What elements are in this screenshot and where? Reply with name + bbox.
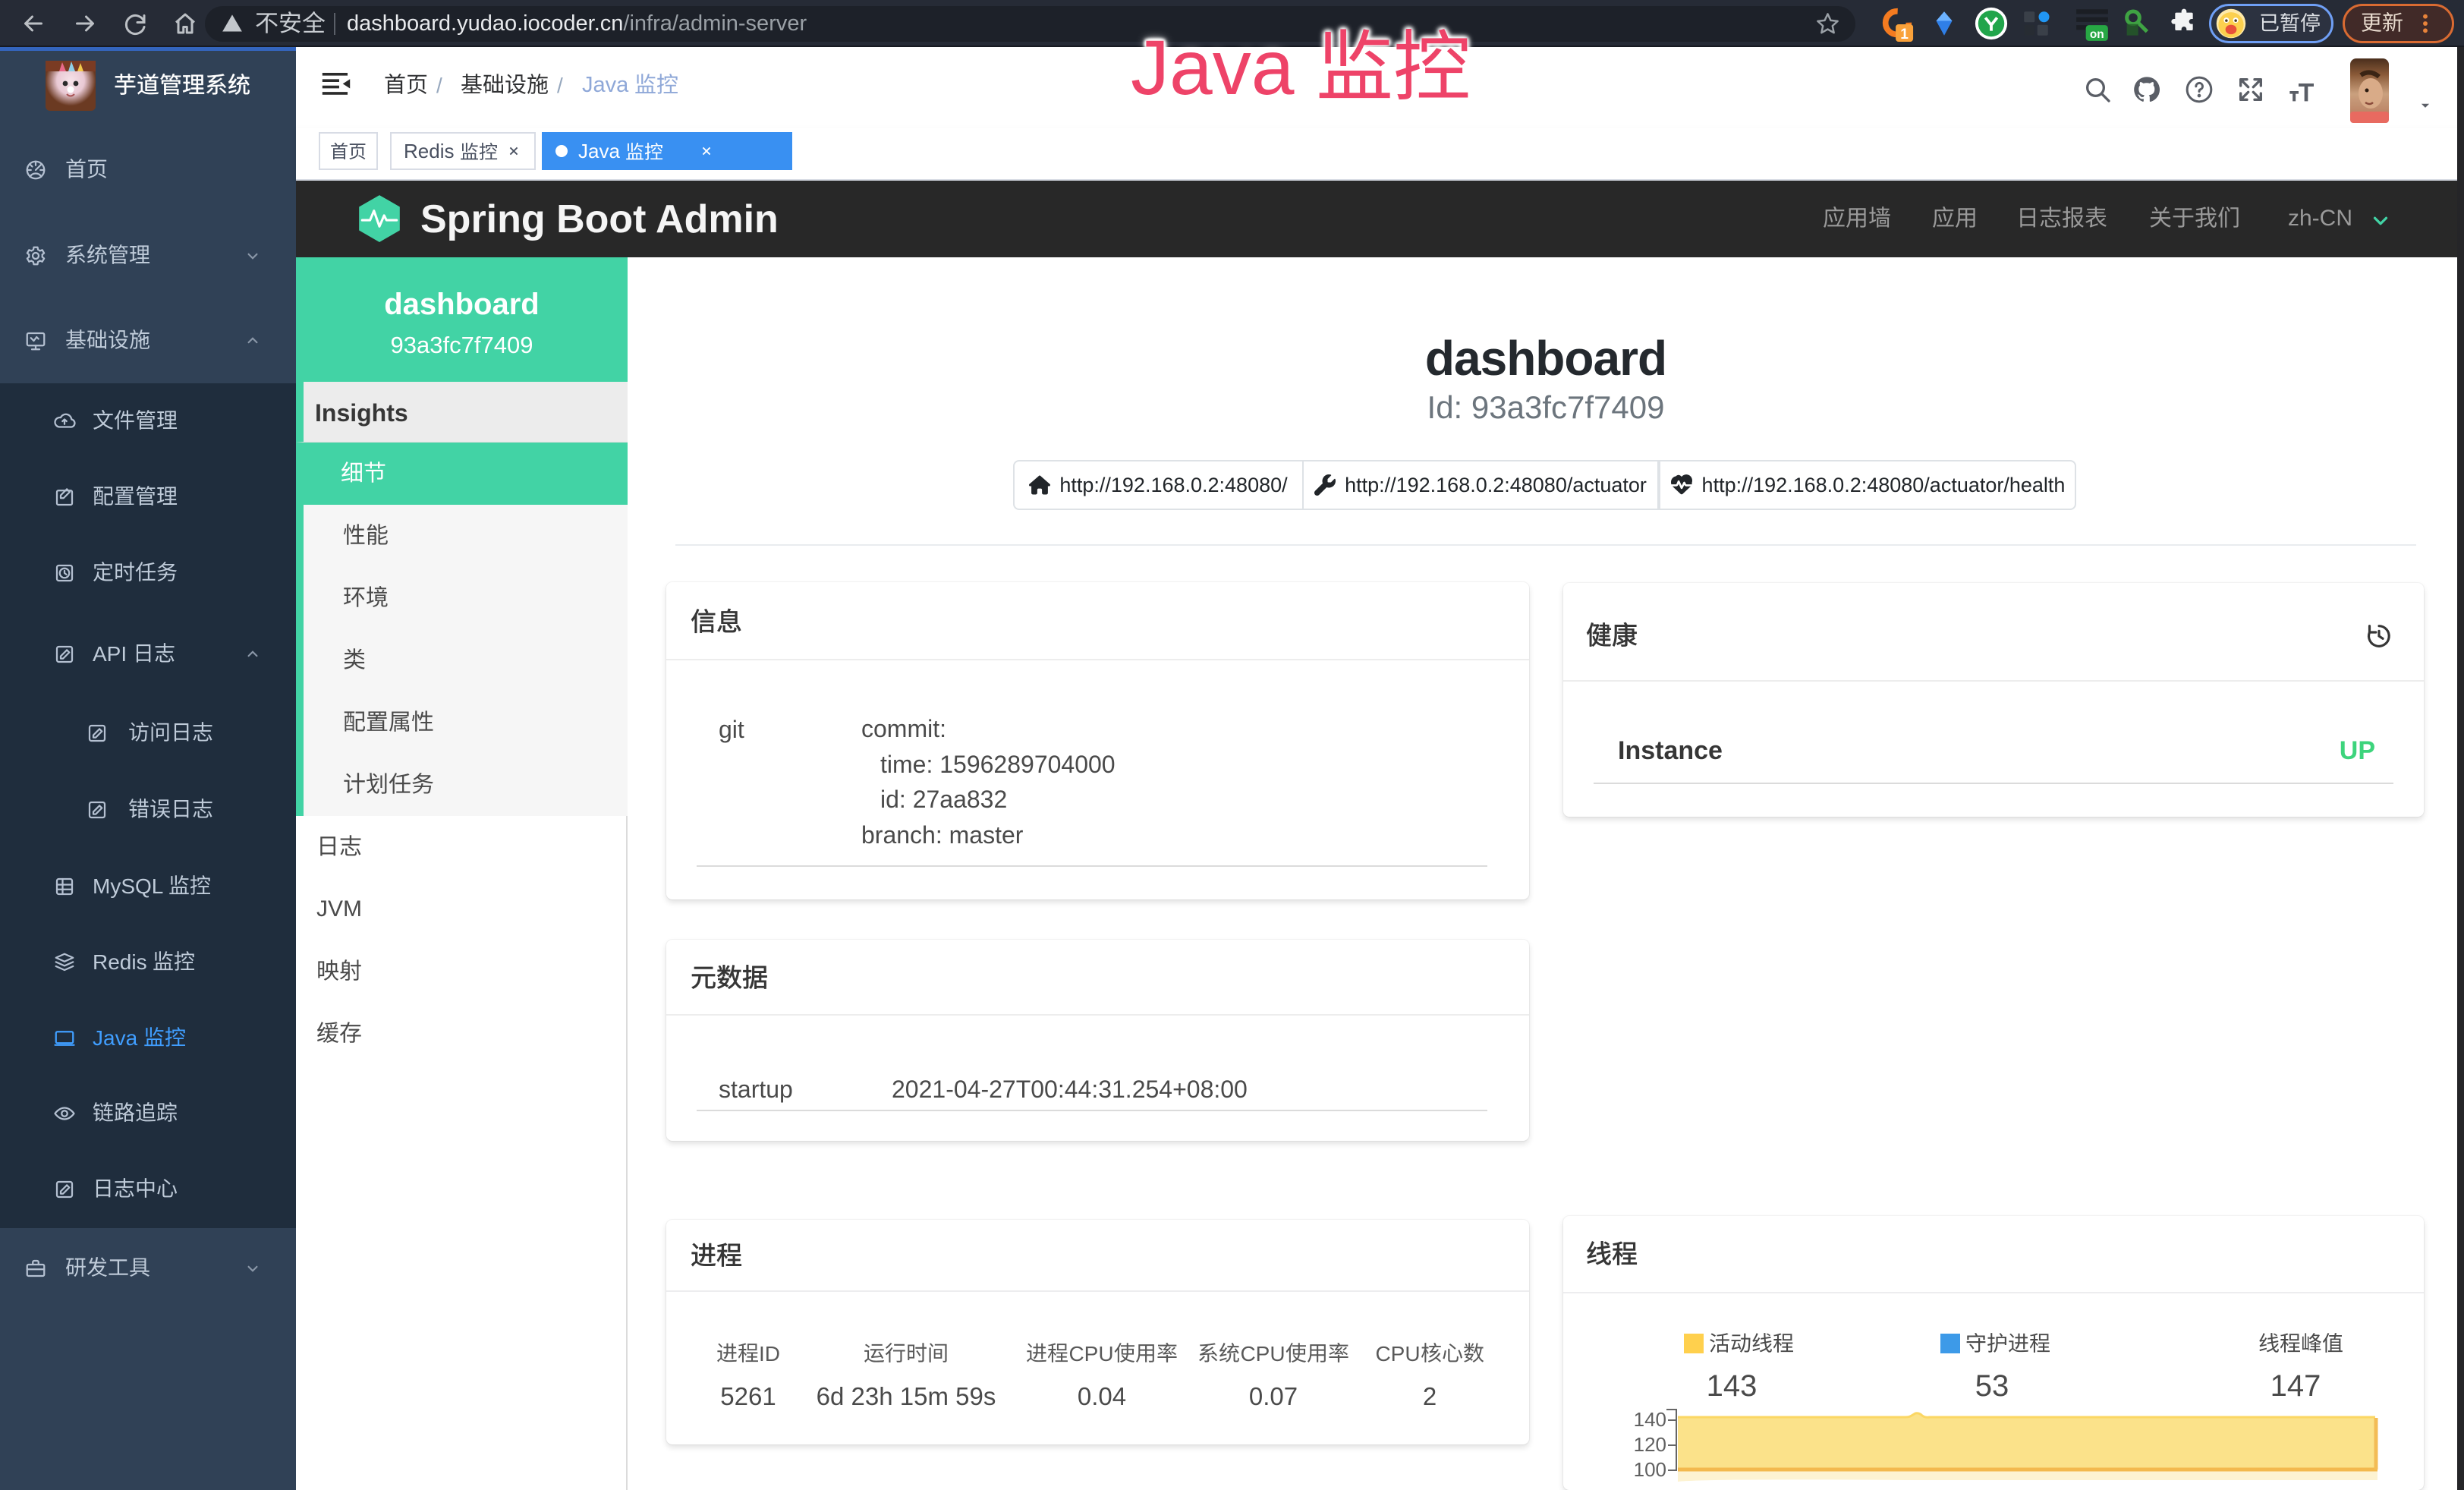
svg-text:1: 1 bbox=[1900, 27, 1909, 42]
svg-text:on: on bbox=[2090, 28, 2104, 41]
